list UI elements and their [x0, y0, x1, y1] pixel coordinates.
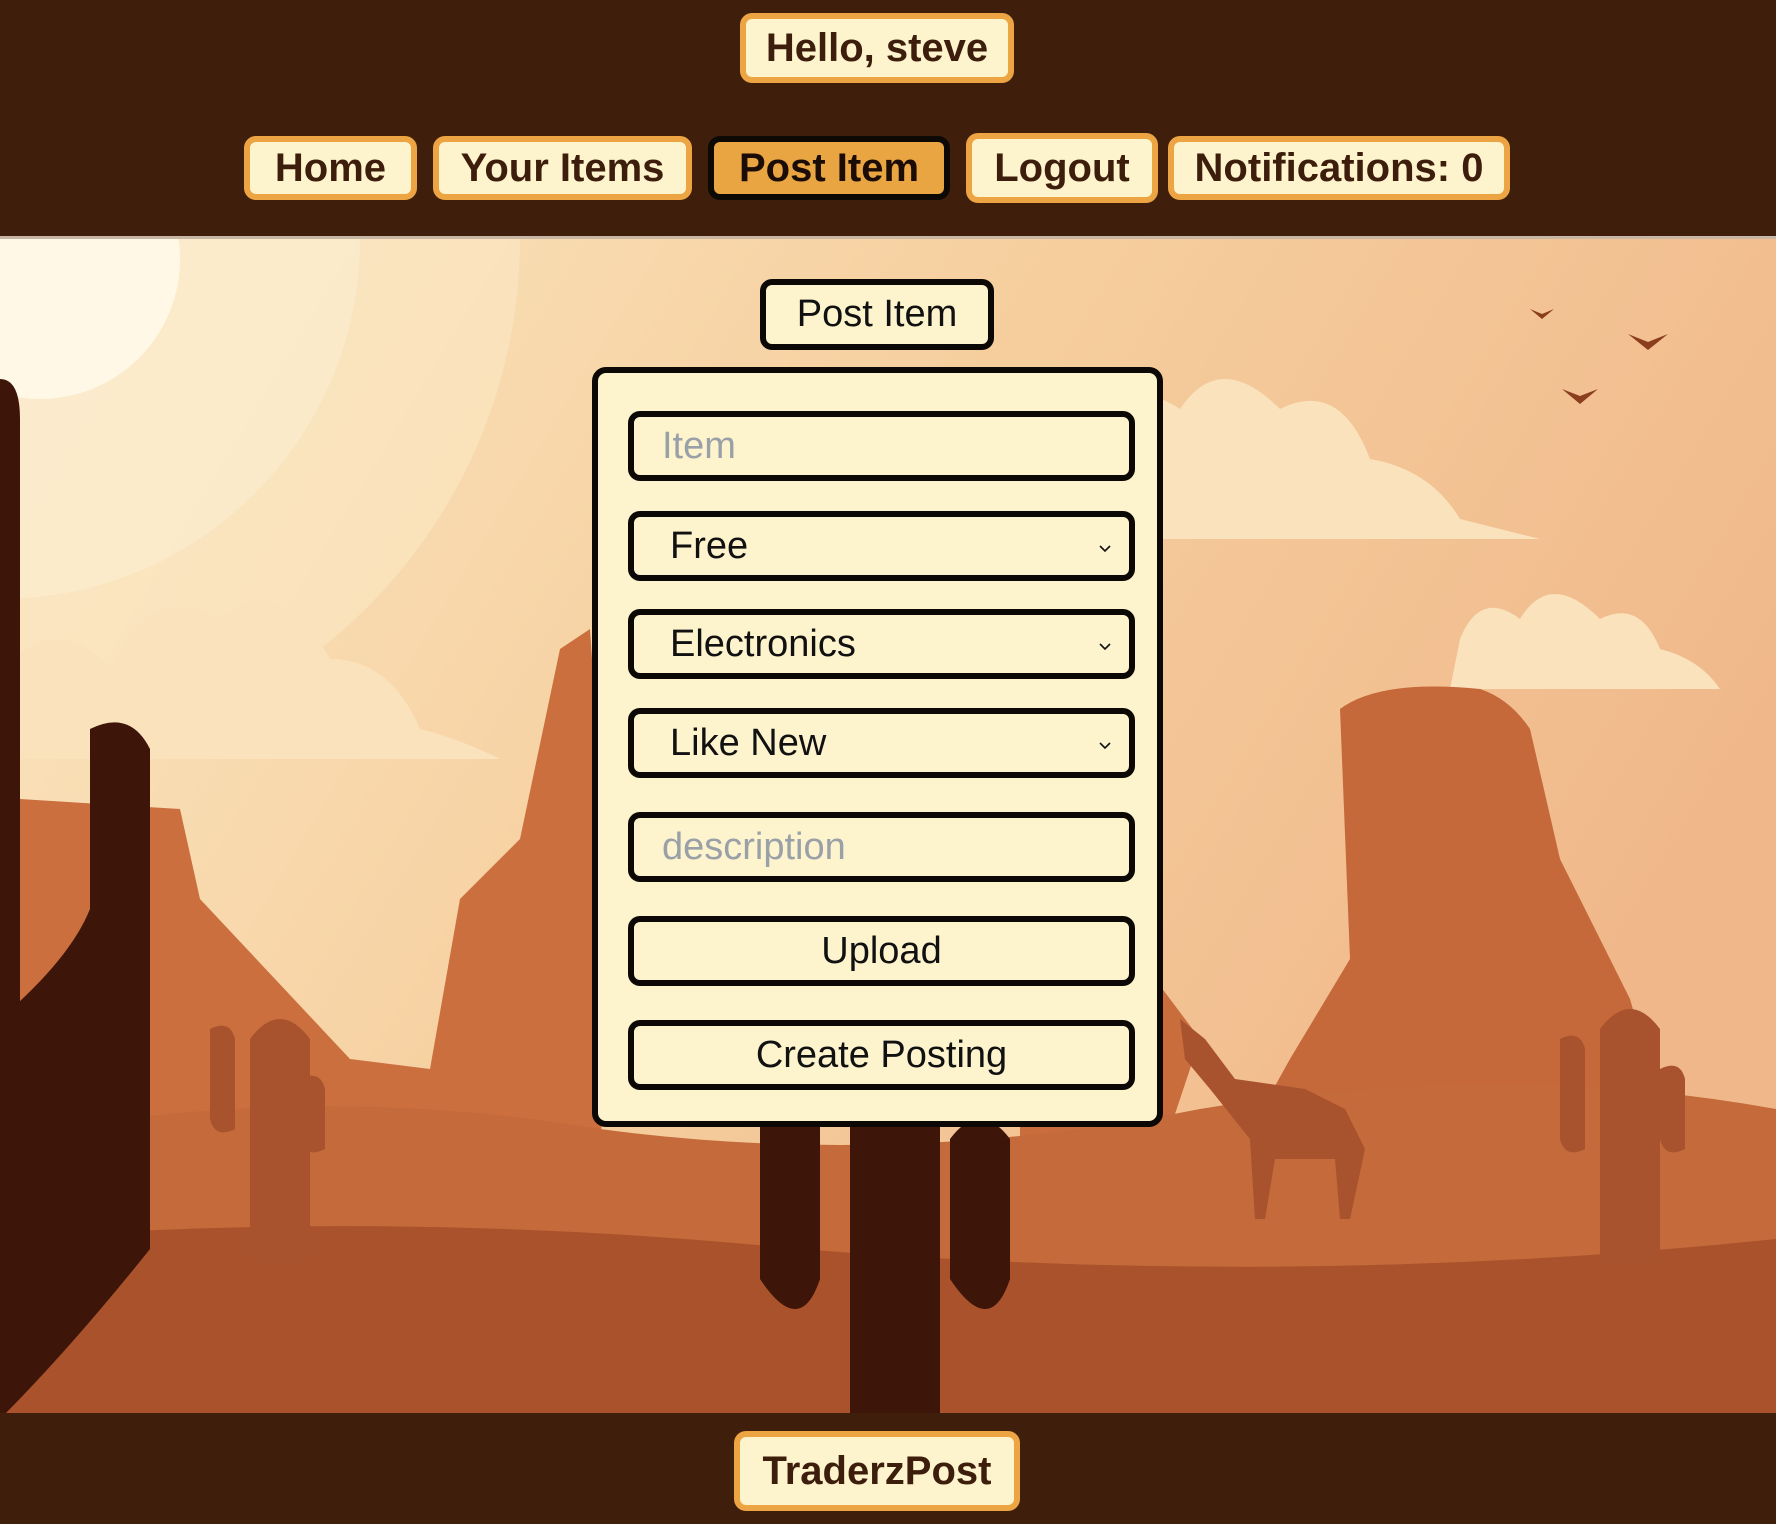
nav-post-item-button[interactable]: Post Item — [708, 136, 950, 200]
nav-logout-button[interactable]: Logout — [966, 133, 1158, 203]
top-header: Hello, steve Home Your Items Post Item L… — [0, 0, 1776, 239]
nav-notifications-button[interactable]: Notifications: 0 — [1168, 136, 1510, 200]
price-select[interactable]: Free — [628, 511, 1135, 581]
form-title: Post Item — [760, 279, 994, 350]
price-select-value: Free — [670, 524, 749, 567]
brand-logo-badge[interactable]: TraderzPost — [734, 1431, 1020, 1511]
nav-home-button[interactable]: Home — [244, 136, 417, 200]
greeting-badge: Hello, steve — [740, 13, 1014, 83]
description-input[interactable] — [628, 812, 1135, 882]
condition-select-value: Like New — [670, 721, 827, 764]
chevron-down-icon — [1099, 643, 1111, 651]
chevron-down-icon — [1099, 545, 1111, 553]
post-item-form: Free Electronics Like New Upload Create … — [592, 367, 1163, 1127]
condition-select[interactable]: Like New — [628, 708, 1135, 778]
create-posting-button[interactable]: Create Posting — [628, 1020, 1135, 1090]
category-select-value: Electronics — [670, 622, 856, 665]
category-select[interactable]: Electronics — [628, 609, 1135, 679]
nav-your-items-button[interactable]: Your Items — [433, 136, 692, 200]
chevron-down-icon — [1099, 742, 1111, 750]
footer: TraderzPost — [0, 1413, 1776, 1524]
upload-button[interactable]: Upload — [628, 916, 1135, 986]
item-name-input[interactable] — [628, 411, 1135, 481]
